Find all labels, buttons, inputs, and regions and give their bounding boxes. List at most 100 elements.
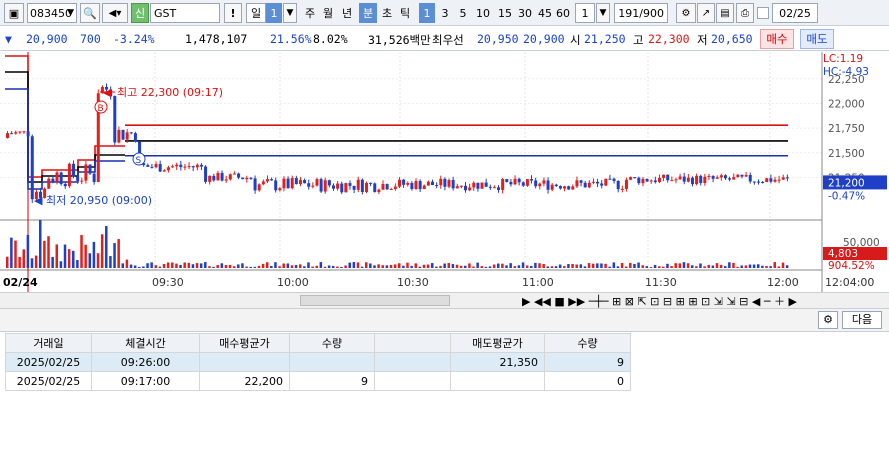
interval-10[interactable]: 10 <box>473 3 493 23</box>
settings-icon[interactable]: ⚙ <box>818 311 838 329</box>
period-num[interactable]: 1 <box>266 3 282 23</box>
candle-body <box>732 177 736 180</box>
candle-body <box>641 178 645 184</box>
candle-body <box>257 184 261 191</box>
interval-3[interactable]: 3 <box>437 3 453 23</box>
interval-45[interactable]: 45 <box>535 3 555 23</box>
candle-body <box>505 179 509 182</box>
volume-bar <box>761 265 764 268</box>
volume-ratio: 21.56% <box>270 32 312 46</box>
trade-amount: 31,526백만 <box>368 33 431 47</box>
count-input[interactable]: 1 <box>575 3 595 23</box>
period-day[interactable]: 일 <box>246 3 266 23</box>
chevron-down-icon[interactable]: ▼ <box>67 8 74 18</box>
volume-bar <box>443 263 446 268</box>
interval-5[interactable]: 5 <box>455 3 471 23</box>
tab-minute[interactable]: 분 <box>359 3 377 23</box>
candle-body <box>414 181 418 190</box>
tab-week[interactable]: 주 <box>302 3 318 23</box>
volume-bar <box>237 264 240 268</box>
candle-body <box>591 181 595 183</box>
volume-bar <box>542 264 545 268</box>
volume-bar <box>690 265 694 268</box>
window-icon[interactable]: ▣ <box>4 3 24 23</box>
x-right-label: 12:04:00 <box>825 276 874 289</box>
stock-code-input[interactable]: 083450 ▼ <box>27 3 77 23</box>
volume-bar <box>364 262 368 268</box>
buy-button[interactable]: 매수 <box>760 29 794 49</box>
table-row[interactable]: 2025/02/25 09:17:00 22,200 9 0 <box>5 371 631 391</box>
volume-bar <box>740 265 743 268</box>
tab-year[interactable]: 년 <box>339 3 355 23</box>
table-row[interactable]: 2025/02/25 09:26:00 21,350 9 <box>5 352 631 372</box>
candle-body <box>303 180 307 184</box>
volume-bar <box>480 266 484 268</box>
volume-bar <box>707 264 710 268</box>
candle-body <box>195 164 199 168</box>
volume-bar <box>369 263 372 268</box>
volume-bar <box>265 262 269 268</box>
volume-bar <box>199 263 203 268</box>
date-label: 02/24 <box>3 276 38 289</box>
candle-body <box>484 182 488 187</box>
print-icon[interactable]: ⎙ <box>736 3 754 23</box>
date-input[interactable]: 02/25 <box>772 3 818 23</box>
volume-bar <box>55 244 59 268</box>
volume-bar <box>129 264 133 268</box>
volume-bar <box>232 266 236 268</box>
volume-bar <box>509 263 512 268</box>
trade-table: 거래일 체결시간 매수평균가 수량 매도평균가 수량 2025/02/25 09… <box>5 333 631 391</box>
scroll-thumb[interactable] <box>300 295 450 306</box>
volume-bar <box>398 263 401 268</box>
price-chart[interactable]: ◀ 최고 22,300 (09:17) ◀ 최저 20,950 (09:00) B S 2… <box>0 52 889 292</box>
chart-navigation: ▶ ◀◀ ■ ▶▶ ─┼─ ⊞ ⊠ ⇱ ⊡ ⊟ ⊞ ⊞ ⊡ ⇲ ⇲ ⊟ ◀ ─ … <box>0 292 889 308</box>
volume-bar <box>290 265 294 268</box>
stock-name-field[interactable]: GST <box>150 3 220 23</box>
volume-bar <box>488 266 492 268</box>
interval-15[interactable]: 15 <box>495 3 515 23</box>
next-button[interactable]: 다음 <box>842 311 882 329</box>
candle-body <box>373 183 377 193</box>
volume-bar <box>92 241 96 268</box>
candle-body <box>480 182 484 189</box>
settings-icon[interactable]: ⚙ <box>676 3 696 23</box>
search-icon[interactable]: 🔍 <box>80 3 100 23</box>
candle-body <box>208 175 212 182</box>
save-icon[interactable]: ▤ <box>716 3 734 23</box>
volume-bar <box>142 266 145 268</box>
interval-60[interactable]: 60 <box>553 3 573 23</box>
date-checkbox[interactable] <box>757 7 769 19</box>
candle-body <box>468 187 472 191</box>
chevron-down-icon[interactable]: ▼ <box>596 3 610 23</box>
sell-button[interactable]: 매도 <box>800 29 834 49</box>
playback-controls[interactable]: ▶ ◀◀ ■ ▶▶ ─┼─ ⊞ ⊠ ⇱ ⊡ ⊟ ⊞ ⊞ ⊡ ⇲ ⇲ ⊟ ◀ ─ … <box>522 293 797 309</box>
interval-30[interactable]: 30 <box>515 3 535 23</box>
volume-bar <box>674 263 677 268</box>
volume-bar <box>785 265 789 268</box>
cell-time: 09:17:00 <box>91 371 200 391</box>
chart-icon[interactable]: ↗ <box>697 3 715 23</box>
volume-bar <box>393 264 397 268</box>
volume-bar <box>39 220 42 268</box>
volume-bar <box>175 263 178 268</box>
candle-body <box>620 188 624 190</box>
volume-bar <box>274 262 277 268</box>
alert-icon[interactable]: ! <box>224 3 242 23</box>
candle-body <box>265 179 269 182</box>
candle-body <box>22 131 26 133</box>
cell-sell-qty: 9 <box>544 352 631 372</box>
tab-second[interactable]: 초 <box>379 3 395 23</box>
lc-label: LC:1.19 <box>823 53 863 65</box>
candle-body <box>348 183 352 186</box>
chevron-down-icon[interactable]: ▼ <box>283 3 297 23</box>
candle-body <box>228 174 232 180</box>
sound-icon[interactable]: ◀▾ <box>102 3 128 23</box>
volume-bar <box>377 264 380 268</box>
tab-tick[interactable]: 틱 <box>397 3 413 23</box>
candle-body <box>290 178 294 189</box>
interval-1[interactable]: 1 <box>419 3 435 23</box>
candle-body <box>125 132 129 140</box>
x-tick-label: 12:00 <box>767 276 799 289</box>
candle-body <box>402 179 406 185</box>
tab-month[interactable]: 월 <box>320 3 336 23</box>
